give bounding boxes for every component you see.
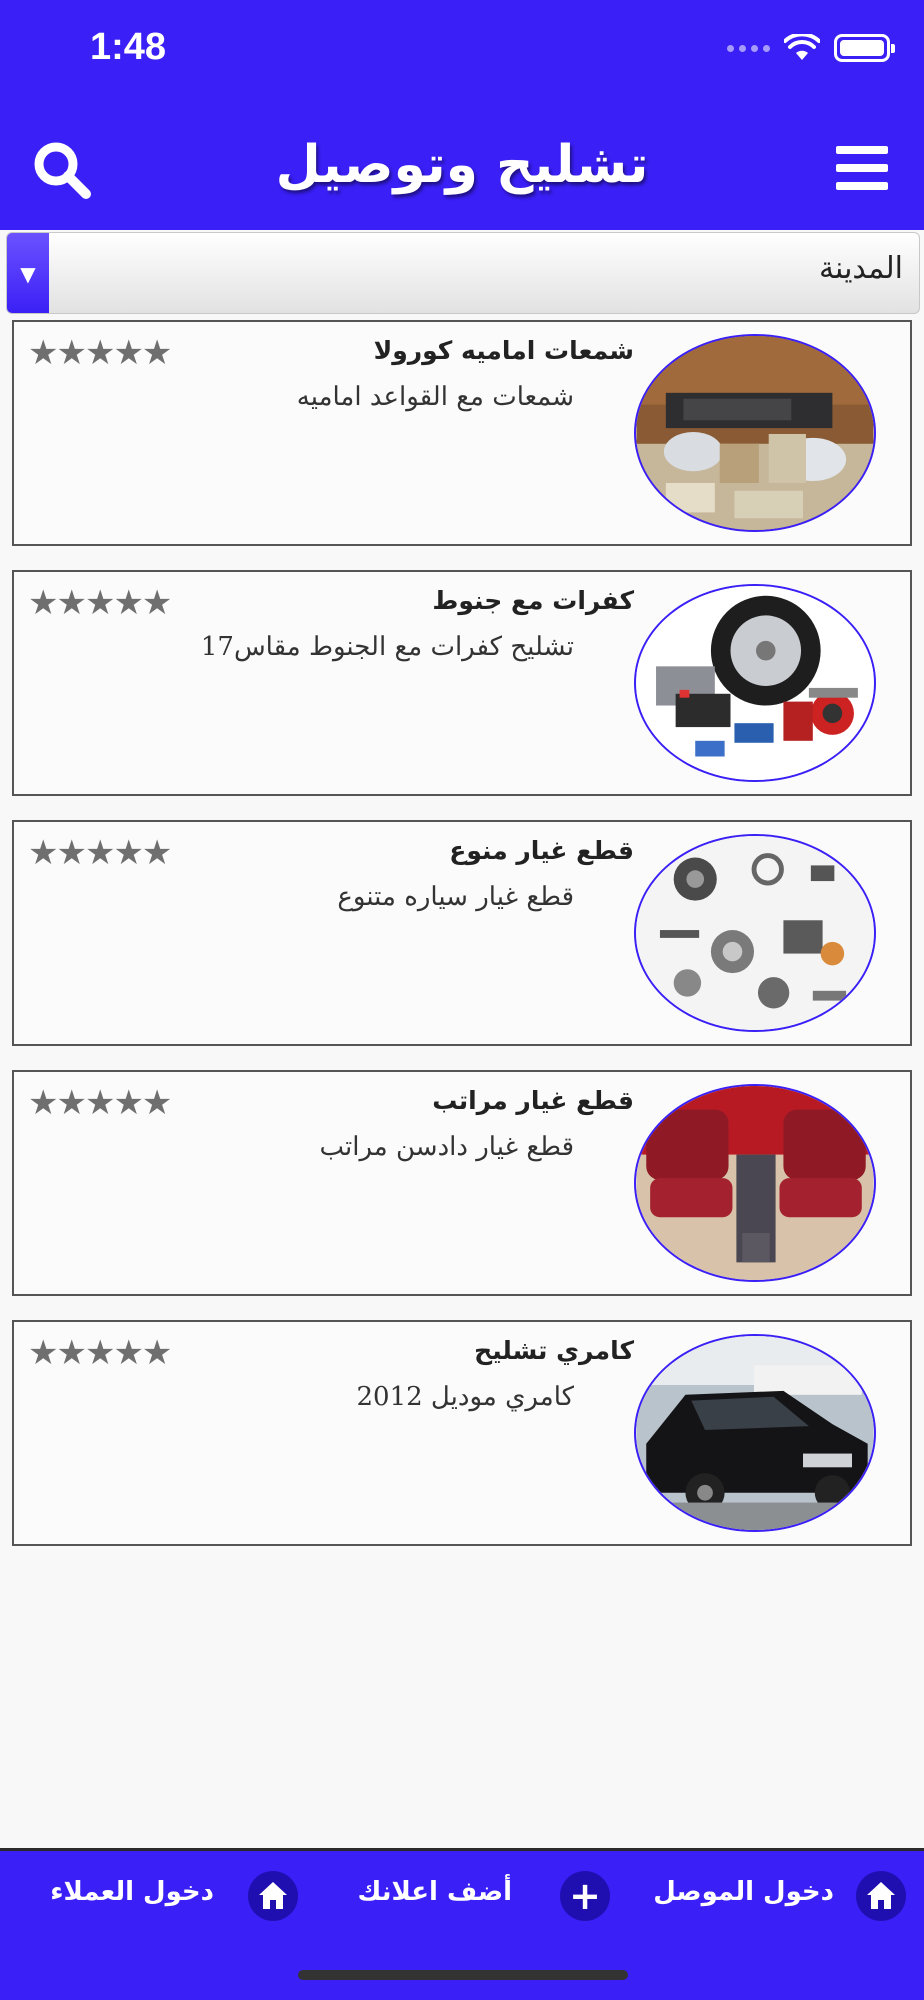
tab-label: دخول العملاء [50,1877,214,1907]
battery-icon [834,34,895,62]
headlights-image [634,334,876,532]
tab-label: أضف اعلانك [357,1877,512,1907]
status-icons [727,34,895,62]
listing-card[interactable]: قطع غيار منوع قطع غيار سياره متنوع ★★★★★ [12,820,912,1046]
listing-title: قطع غيار منوع [449,836,634,865]
listing-description: شمعات مع القواعد اماميه [296,382,574,412]
listing-card[interactable]: شمعات اماميه كورولا شمعات مع القواعد اما… [12,320,912,546]
status-time: 1:48 [90,26,167,68]
hamburger-icon [836,146,888,154]
assorted-parts-image [634,834,876,1032]
listing-description: قطع غيار سياره متنوع [337,882,574,912]
star-rating: ★★★★★ [28,583,172,623]
cellular-signal-icon [727,44,770,52]
listing-title: قطع غيار مراتب [432,1086,634,1115]
listing-description: قطع غيار دادسن مراتب [319,1132,574,1162]
red-seats-image [634,1084,876,1282]
listing-card[interactable]: قطع غيار مراتب قطع غيار دادسن مراتب ★★★★… [12,1070,912,1296]
tab-label: دخول الموصل [653,1877,834,1907]
city-dropdown[interactable]: ▼ المدينة [6,232,920,314]
tires-wheels-image [634,584,876,782]
home-icon [856,1871,906,1921]
page-title: تشليح وتوصيل [275,135,649,195]
app-header: 1:48 تشليح وتوصيل [0,0,924,230]
city-dropdown-value: المدينة [818,251,903,286]
star-rating: ★★★★★ [28,1333,172,1373]
listing-card[interactable]: كامري تشليح كامري موديل 2012 ★★★★★ [12,1320,912,1546]
star-rating: ★★★★★ [28,1083,172,1123]
wifi-icon [784,34,820,60]
home-indicator[interactable] [298,1970,628,1980]
home-icon [248,1871,298,1921]
listing-title: كامري تشليح [474,1336,634,1365]
plus-icon: + [560,1871,610,1921]
listing-description: كامري موديل 2012 [356,1382,575,1412]
listing-title: كفرات مع جنوط [432,586,634,615]
black-car-image [634,1334,876,1532]
tab-add-ad[interactable]: + أضف اعلانك [357,1865,610,1925]
listing-title: شمعات اماميه كورولا [373,336,634,365]
listing-description: تشليح كفرات مع الجنوط مقاس17 [200,632,574,662]
star-rating: ★★★★★ [28,333,172,373]
star-rating: ★★★★★ [28,833,172,873]
tab-customer-login[interactable]: دخول العملاء [40,1865,310,1925]
tab-dealer-login[interactable]: دخول الموصل [653,1865,922,1925]
dropdown-arrow-icon: ▼ [7,233,49,313]
listing-card[interactable]: كفرات مع جنوط تشليح كفرات مع الجنوط مقاس… [12,570,912,796]
menu-button[interactable] [836,146,888,192]
